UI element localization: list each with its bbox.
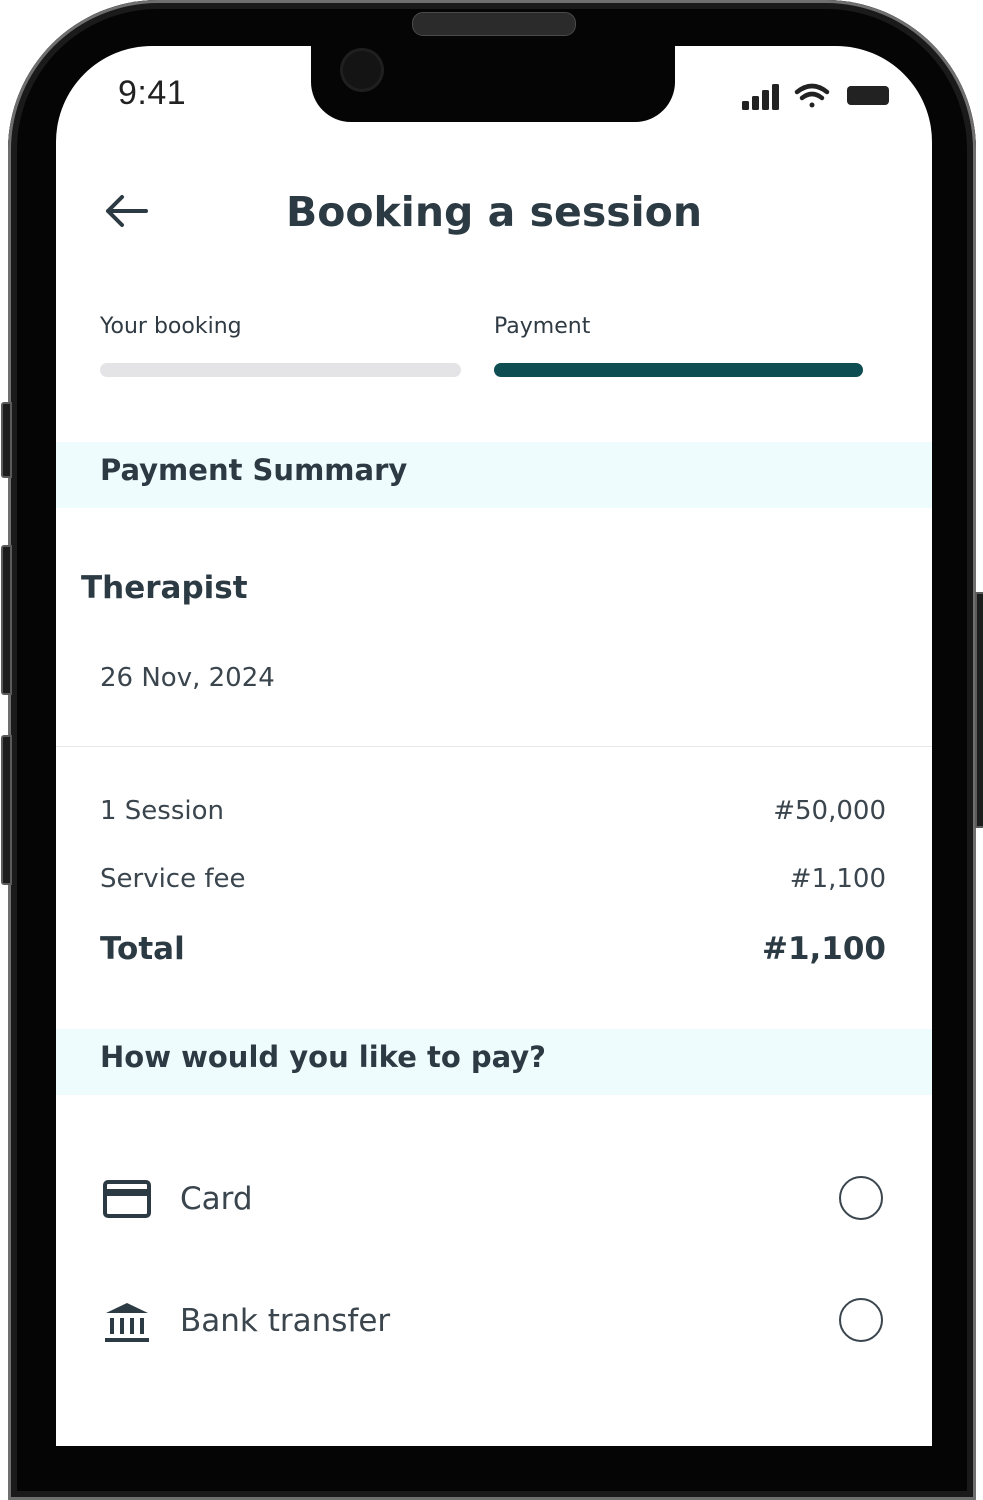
divider: [56, 746, 932, 747]
volume-up-button: [1, 545, 12, 695]
payment-summary-heading: Payment Summary: [100, 453, 408, 487]
cellular-signal-icon: [742, 84, 779, 110]
notch: [311, 46, 675, 122]
battery-icon: [847, 86, 889, 105]
step-payment-bar: [494, 363, 863, 377]
pay-option-card-label: Card: [180, 1181, 253, 1217]
session-price-value: #50,000: [773, 796, 886, 826]
payment-summary-banner: Payment Summary: [56, 442, 932, 508]
power-button: [975, 592, 983, 828]
credit-card-icon: [102, 1178, 152, 1222]
bank-icon: [102, 1300, 152, 1344]
status-icons: [742, 82, 892, 112]
service-fee-label: Service fee: [100, 864, 246, 894]
earpiece-speaker: [412, 12, 576, 36]
wifi-icon: [794, 83, 830, 108]
session-date: 26 Nov, 2024: [100, 663, 275, 693]
total-value: #1,100: [761, 931, 886, 967]
status-time: 9:41: [118, 74, 187, 112]
total-label: Total: [100, 931, 185, 967]
therapist-title: Therapist: [81, 570, 248, 606]
app-screen: 9:41 Booking a session Your booking Paym…: [56, 46, 932, 1446]
service-fee-value: #1,100: [789, 864, 886, 894]
payment-method-heading: How would you like to pay?: [100, 1040, 547, 1074]
pay-option-bank-transfer-radio[interactable]: [839, 1298, 883, 1342]
payment-method-banner: How would you like to pay?: [56, 1029, 932, 1095]
front-camera: [340, 48, 384, 92]
session-count-label: 1 Session: [100, 796, 225, 826]
pay-option-card[interactable]: Card: [56, 1160, 932, 1240]
step-your-booking-bar: [100, 363, 461, 377]
page-title: Booking a session: [285, 188, 703, 236]
step-your-booking-label: Your booking: [100, 314, 242, 339]
step-payment-label: Payment: [494, 314, 591, 339]
pay-option-bank-transfer-label: Bank transfer: [180, 1303, 391, 1339]
pay-option-bank-transfer[interactable]: Bank transfer: [56, 1282, 932, 1362]
pay-option-card-radio[interactable]: [839, 1176, 883, 1220]
mute-switch: [1, 402, 12, 478]
volume-down-button: [1, 735, 12, 885]
